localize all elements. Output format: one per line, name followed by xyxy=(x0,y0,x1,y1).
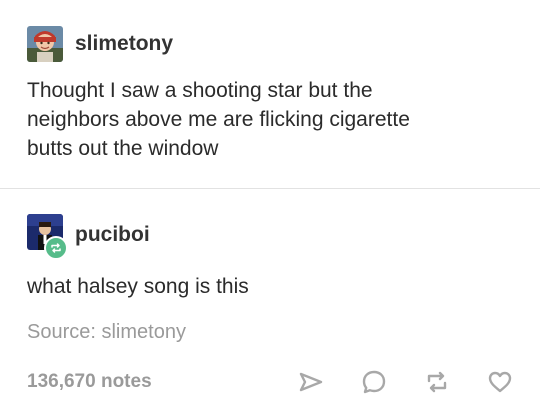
post-text-line-1: Thought I saw a shooting star but the xyxy=(27,79,373,102)
avatar-slimetony[interactable] xyxy=(27,26,63,62)
post-text-line-3: butts out the window xyxy=(27,137,219,160)
username-puciboi[interactable]: puciboi xyxy=(75,223,150,247)
comment-icon xyxy=(362,370,386,394)
like-icon xyxy=(488,371,512,393)
reply-text: what halsey song is this xyxy=(27,275,249,298)
like-button[interactable] xyxy=(485,367,515,397)
notes-count[interactable]: 136,670 notes xyxy=(27,370,152,394)
post-text-line-2: neighbors above me are flicking cigarett… xyxy=(27,108,410,131)
source-link[interactable]: Source: slimetony xyxy=(27,320,186,344)
comment-button[interactable] xyxy=(359,367,389,397)
share-button[interactable] xyxy=(296,367,326,397)
avatar-image xyxy=(27,26,63,62)
share-icon xyxy=(299,372,323,392)
reblog-button[interactable] xyxy=(422,367,452,397)
reblog-badge-icon xyxy=(44,236,68,260)
post-divider xyxy=(0,188,540,189)
username-slimetony[interactable]: slimetony xyxy=(75,32,173,56)
reblog-icon xyxy=(427,371,447,393)
